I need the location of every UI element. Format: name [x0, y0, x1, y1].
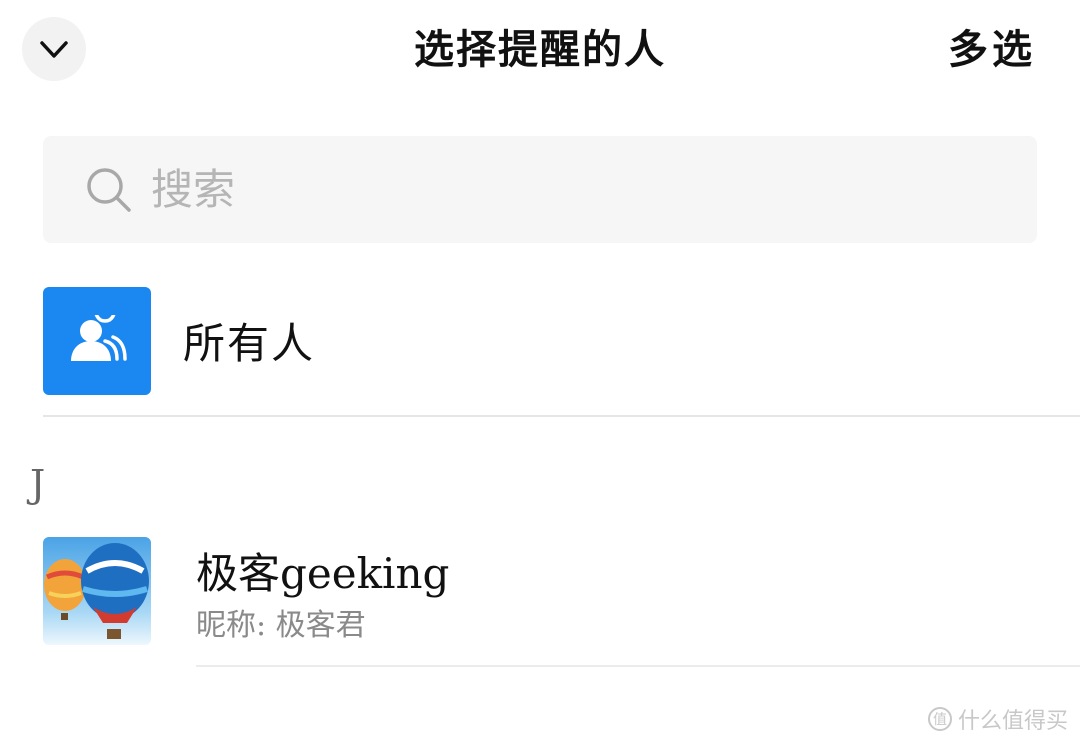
- watermark-text: 什么值得买: [957, 709, 1068, 734]
- search-icon: [87, 167, 131, 212]
- divider: [43, 415, 1080, 417]
- divider: [196, 665, 1080, 667]
- contact-nickname: 昵称: 极客君: [196, 608, 366, 643]
- watermark: 值 什么值得买: [927, 703, 1068, 735]
- everyone-label: 所有人: [183, 319, 316, 368]
- contact-row[interactable]: 极客geeking 昵称: 极客君: [0, 536, 1080, 666]
- everyone-row[interactable]: 所有人: [0, 286, 1080, 416]
- contact-name: 极客geeking: [196, 549, 450, 598]
- hot-air-balloon-avatar: [43, 537, 151, 645]
- header: 选择提醒的人 多选: [0, 0, 1080, 100]
- search-input[interactable]: [151, 159, 951, 220]
- watermark-logo-icon: 值: [927, 707, 952, 731]
- search-bar[interactable]: [43, 136, 1037, 243]
- everyone-avatar: [43, 287, 151, 395]
- multi-select-button[interactable]: 多选: [948, 24, 1036, 76]
- contact-avatar: [43, 537, 151, 645]
- section-index-letter: J: [30, 462, 46, 506]
- page-title: 选择提醒的人: [414, 26, 666, 73]
- group-icon: [71, 315, 127, 361]
